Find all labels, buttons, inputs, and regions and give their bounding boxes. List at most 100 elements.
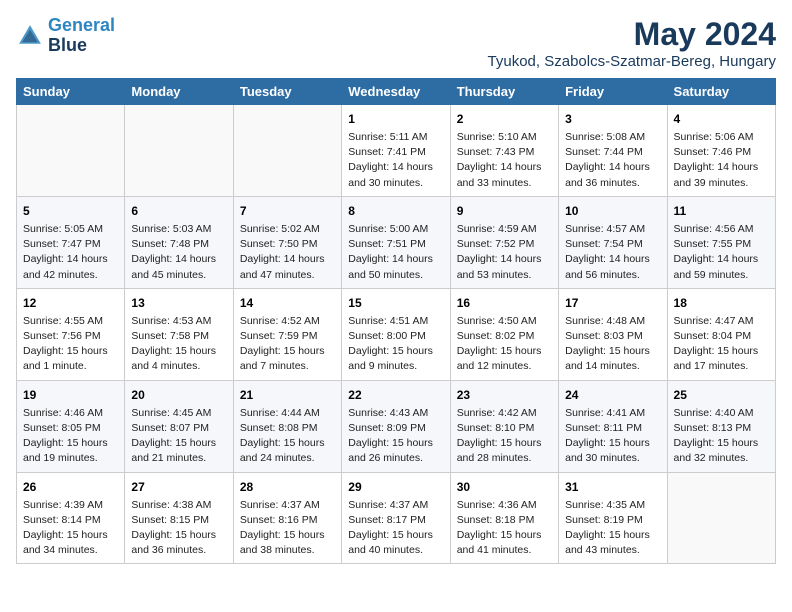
day-number: 22 <box>348 386 443 404</box>
day-info: Sunrise: 4:50 AMSunset: 8:02 PMDaylight:… <box>457 314 552 375</box>
logo-icon <box>16 22 44 50</box>
calendar-cell: 10 Sunrise: 4:57 AMSunset: 7:54 PMDayligh… <box>559 196 667 288</box>
day-info: Sunrise: 5:11 AMSunset: 7:41 PMDaylight:… <box>348 130 443 191</box>
day-number: 6 <box>131 202 226 220</box>
day-info: Sunrise: 4:55 AMSunset: 7:56 PMDaylight:… <box>23 314 118 375</box>
title-block: May 2024 Tyukod, Szabolcs-Szatmar-Bereg,… <box>488 16 776 70</box>
calendar-cell: 24 Sunrise: 4:41 AMSunset: 8:11 PMDayligh… <box>559 380 667 472</box>
day-number: 19 <box>23 386 118 404</box>
day-info: Sunrise: 4:56 AMSunset: 7:55 PMDaylight:… <box>674 222 769 283</box>
calendar-week-1: 1 Sunrise: 5:11 AMSunset: 7:41 PMDaylight… <box>17 105 776 197</box>
calendar-week-2: 5Sunrise: 5:05 AMSunset: 7:47 PMDaylight… <box>17 196 776 288</box>
calendar-week-5: 26 Sunrise: 4:39 AMSunset: 8:14 PMDayligh… <box>17 472 776 564</box>
calendar-cell: 29 Sunrise: 4:37 AMSunset: 8:17 PMDayligh… <box>342 472 450 564</box>
calendar-cell <box>667 472 775 564</box>
calendar-cell: 17 Sunrise: 4:48 AMSunset: 8:03 PMDayligh… <box>559 288 667 380</box>
day-number: 20 <box>131 386 226 404</box>
day-number: 4 <box>674 110 769 128</box>
calendar-cell: 31Sunrise: 4:35 AMSunset: 8:19 PMDayligh… <box>559 472 667 564</box>
calendar-cell: 1 Sunrise: 5:11 AMSunset: 7:41 PMDaylight… <box>342 105 450 197</box>
calendar-cell: 18 Sunrise: 4:47 AMSunset: 8:04 PMDayligh… <box>667 288 775 380</box>
day-info: Sunrise: 4:47 AMSunset: 8:04 PMDaylight:… <box>674 314 769 375</box>
day-info: Sunrise: 4:40 AMSunset: 8:13 PMDaylight:… <box>674 406 769 467</box>
day-number: 23 <box>457 386 552 404</box>
day-info: Sunrise: 5:00 AMSunset: 7:51 PMDaylight:… <box>348 222 443 283</box>
location-title: Tyukod, Szabolcs-Szatmar-Bereg, Hungary <box>488 53 776 70</box>
day-number: 11 <box>674 202 769 220</box>
day-number: 31 <box>565 478 660 496</box>
day-number: 17 <box>565 294 660 312</box>
day-info: Sunrise: 4:59 AMSunset: 7:52 PMDaylight:… <box>457 222 552 283</box>
calendar-cell: 8Sunrise: 5:00 AMSunset: 7:51 PMDaylight… <box>342 196 450 288</box>
day-number: 30 <box>457 478 552 496</box>
day-info: Sunrise: 4:46 AMSunset: 8:05 PMDaylight:… <box>23 406 118 467</box>
day-info: Sunrise: 4:41 AMSunset: 8:11 PMDaylight:… <box>565 406 660 467</box>
calendar-cell: 27 Sunrise: 4:38 AMSunset: 8:15 PMDayligh… <box>125 472 233 564</box>
day-number: 12 <box>23 294 118 312</box>
day-info: Sunrise: 5:10 AMSunset: 7:43 PMDaylight:… <box>457 130 552 191</box>
day-number: 29 <box>348 478 443 496</box>
day-number: 24 <box>565 386 660 404</box>
weekday-header-thursday: Thursday <box>450 79 558 105</box>
calendar-cell: 7 Sunrise: 5:02 AMSunset: 7:50 PMDaylight… <box>233 196 341 288</box>
month-title: May 2024 <box>488 16 776 53</box>
day-info: Sunrise: 4:48 AMSunset: 8:03 PMDaylight:… <box>565 314 660 375</box>
calendar-cell <box>17 105 125 197</box>
day-info: Sunrise: 4:53 AMSunset: 7:58 PMDaylight:… <box>131 314 226 375</box>
calendar-cell: 11 Sunrise: 4:56 AMSunset: 7:55 PMDayligh… <box>667 196 775 288</box>
day-number: 27 <box>131 478 226 496</box>
day-info: Sunrise: 4:37 AMSunset: 8:16 PMDaylight:… <box>240 498 335 559</box>
day-number: 7 <box>240 202 335 220</box>
day-number: 18 <box>674 294 769 312</box>
day-number: 25 <box>674 386 769 404</box>
day-info: Sunrise: 4:37 AMSunset: 8:17 PMDaylight:… <box>348 498 443 559</box>
day-number: 5 <box>23 202 118 220</box>
day-info: Sunrise: 4:38 AMSunset: 8:15 PMDaylight:… <box>131 498 226 559</box>
weekday-header-sunday: Sunday <box>17 79 125 105</box>
day-info: Sunrise: 4:36 AMSunset: 8:18 PMDaylight:… <box>457 498 552 559</box>
calendar-cell: 21Sunrise: 4:44 AMSunset: 8:08 PMDayligh… <box>233 380 341 472</box>
calendar-cell: 5Sunrise: 5:05 AMSunset: 7:47 PMDaylight… <box>17 196 125 288</box>
calendar-cell <box>233 105 341 197</box>
day-number: 10 <box>565 202 660 220</box>
day-number: 14 <box>240 294 335 312</box>
day-info: Sunrise: 4:45 AMSunset: 8:07 PMDaylight:… <box>131 406 226 467</box>
day-number: 16 <box>457 294 552 312</box>
calendar-week-4: 19 Sunrise: 4:46 AMSunset: 8:05 PMDayligh… <box>17 380 776 472</box>
day-info: Sunrise: 4:42 AMSunset: 8:10 PMDaylight:… <box>457 406 552 467</box>
weekday-header-wednesday: Wednesday <box>342 79 450 105</box>
day-info: Sunrise: 4:39 AMSunset: 8:14 PMDaylight:… <box>23 498 118 559</box>
page-header: General Blue May 2024 Tyukod, Szabolcs-S… <box>16 16 776 70</box>
day-number: 28 <box>240 478 335 496</box>
day-number: 2 <box>457 110 552 128</box>
calendar-cell: 14 Sunrise: 4:52 AMSunset: 7:59 PMDayligh… <box>233 288 341 380</box>
calendar-cell: 23 Sunrise: 4:42 AMSunset: 8:10 PMDayligh… <box>450 380 558 472</box>
day-info: Sunrise: 4:52 AMSunset: 7:59 PMDaylight:… <box>240 314 335 375</box>
day-info: Sunrise: 5:08 AMSunset: 7:44 PMDaylight:… <box>565 130 660 191</box>
calendar-cell: 9Sunrise: 4:59 AMSunset: 7:52 PMDaylight… <box>450 196 558 288</box>
day-number: 3 <box>565 110 660 128</box>
day-info: Sunrise: 4:51 AMSunset: 8:00 PMDaylight:… <box>348 314 443 375</box>
logo: General Blue <box>16 16 115 56</box>
day-info: Sunrise: 4:57 AMSunset: 7:54 PMDaylight:… <box>565 222 660 283</box>
weekday-header-saturday: Saturday <box>667 79 775 105</box>
calendar-cell: 15 Sunrise: 4:51 AMSunset: 8:00 PMDayligh… <box>342 288 450 380</box>
day-info: Sunrise: 5:03 AMSunset: 7:48 PMDaylight:… <box>131 222 226 283</box>
day-number: 1 <box>348 110 443 128</box>
calendar-cell: 22Sunrise: 4:43 AMSunset: 8:09 PMDayligh… <box>342 380 450 472</box>
day-number: 26 <box>23 478 118 496</box>
calendar-cell: 25 Sunrise: 4:40 AMSunset: 8:13 PMDayligh… <box>667 380 775 472</box>
calendar-cell: 16 Sunrise: 4:50 AMSunset: 8:02 PMDayligh… <box>450 288 558 380</box>
day-number: 21 <box>240 386 335 404</box>
day-info: Sunrise: 5:02 AMSunset: 7:50 PMDaylight:… <box>240 222 335 283</box>
day-info: Sunrise: 5:06 AMSunset: 7:46 PMDaylight:… <box>674 130 769 191</box>
logo-text: General Blue <box>48 16 115 56</box>
calendar-cell: 30 Sunrise: 4:36 AMSunset: 8:18 PMDayligh… <box>450 472 558 564</box>
calendar-cell: 12 Sunrise: 4:55 AMSunset: 7:56 PMDayligh… <box>17 288 125 380</box>
weekday-header-friday: Friday <box>559 79 667 105</box>
calendar-cell: 6 Sunrise: 5:03 AMSunset: 7:48 PMDaylight… <box>125 196 233 288</box>
calendar-week-3: 12 Sunrise: 4:55 AMSunset: 7:56 PMDayligh… <box>17 288 776 380</box>
calendar-cell: 26 Sunrise: 4:39 AMSunset: 8:14 PMDayligh… <box>17 472 125 564</box>
calendar-cell: 19 Sunrise: 4:46 AMSunset: 8:05 PMDayligh… <box>17 380 125 472</box>
day-number: 15 <box>348 294 443 312</box>
